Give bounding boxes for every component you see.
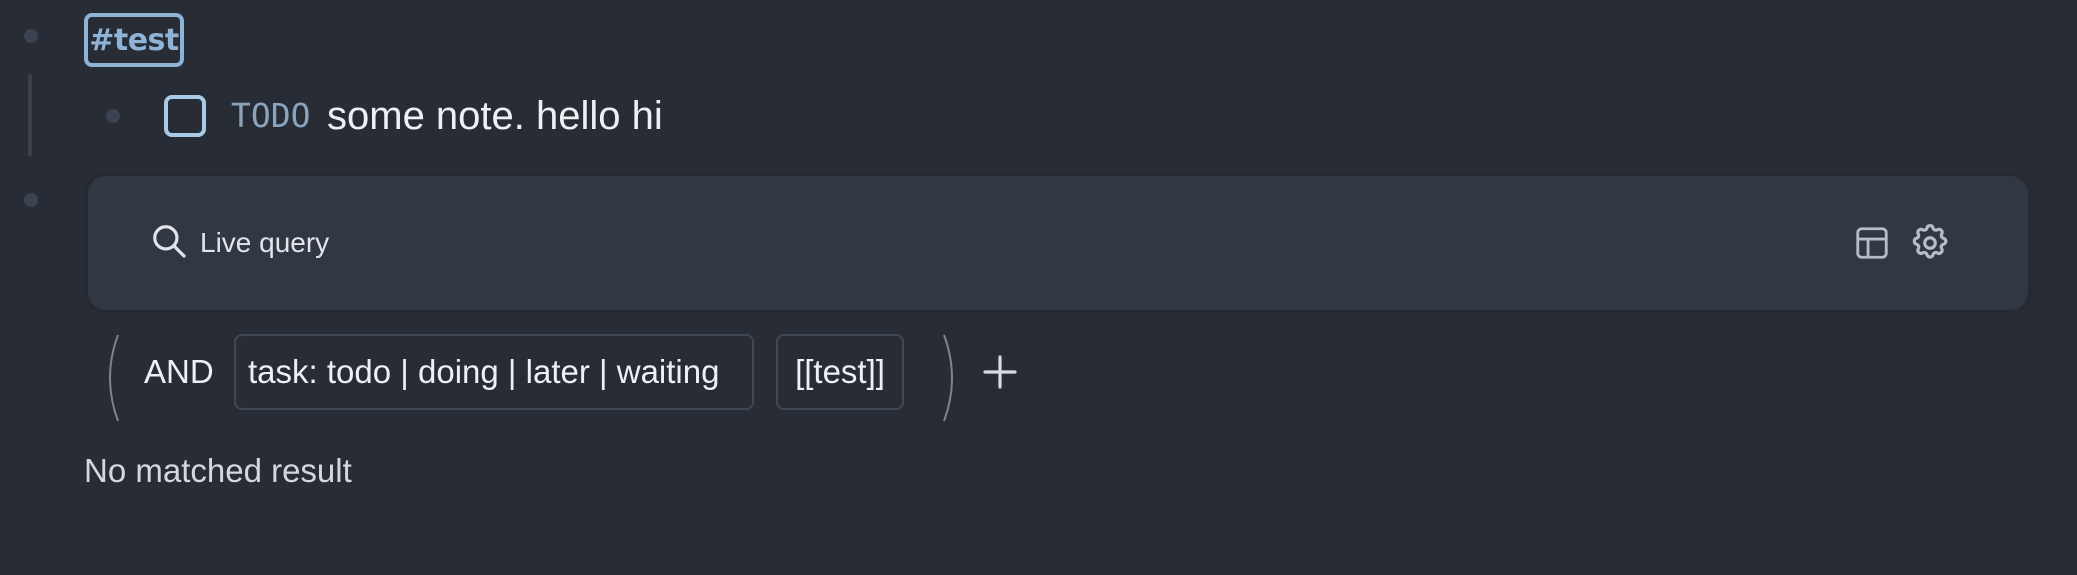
todo-checkbox[interactable] bbox=[164, 95, 206, 137]
search-icon bbox=[153, 225, 186, 258]
table-icon[interactable] bbox=[1853, 224, 1891, 262]
plus-icon[interactable] bbox=[980, 352, 1020, 392]
filter-chip-page-ref[interactable]: [[test]] bbox=[776, 334, 904, 410]
block-bullet-query[interactable] bbox=[24, 193, 38, 207]
query-operator-and[interactable]: AND bbox=[144, 350, 214, 394]
tag-test[interactable]: #test bbox=[84, 13, 184, 67]
block-bullet-tag[interactable] bbox=[24, 29, 38, 43]
no-result-message: No matched result bbox=[84, 452, 352, 489]
live-query-panel bbox=[84, 172, 2032, 314]
filter-chip-task[interactable]: task: todo | doing | later | waiting bbox=[234, 334, 754, 410]
todo-marker[interactable]: TODO bbox=[231, 94, 310, 138]
todo-text[interactable]: some note. hello hi bbox=[327, 92, 663, 140]
gear-icon[interactable] bbox=[1909, 222, 1951, 264]
group-close-paren bbox=[943, 334, 953, 422]
live-query-label: Live query bbox=[200, 227, 330, 258]
block-bullet-todo[interactable] bbox=[106, 109, 120, 123]
children-thread-line[interactable] bbox=[28, 74, 32, 156]
group-open-paren bbox=[109, 334, 119, 422]
page: #test TODO some note. hello hi Live quer… bbox=[0, 0, 2077, 575]
